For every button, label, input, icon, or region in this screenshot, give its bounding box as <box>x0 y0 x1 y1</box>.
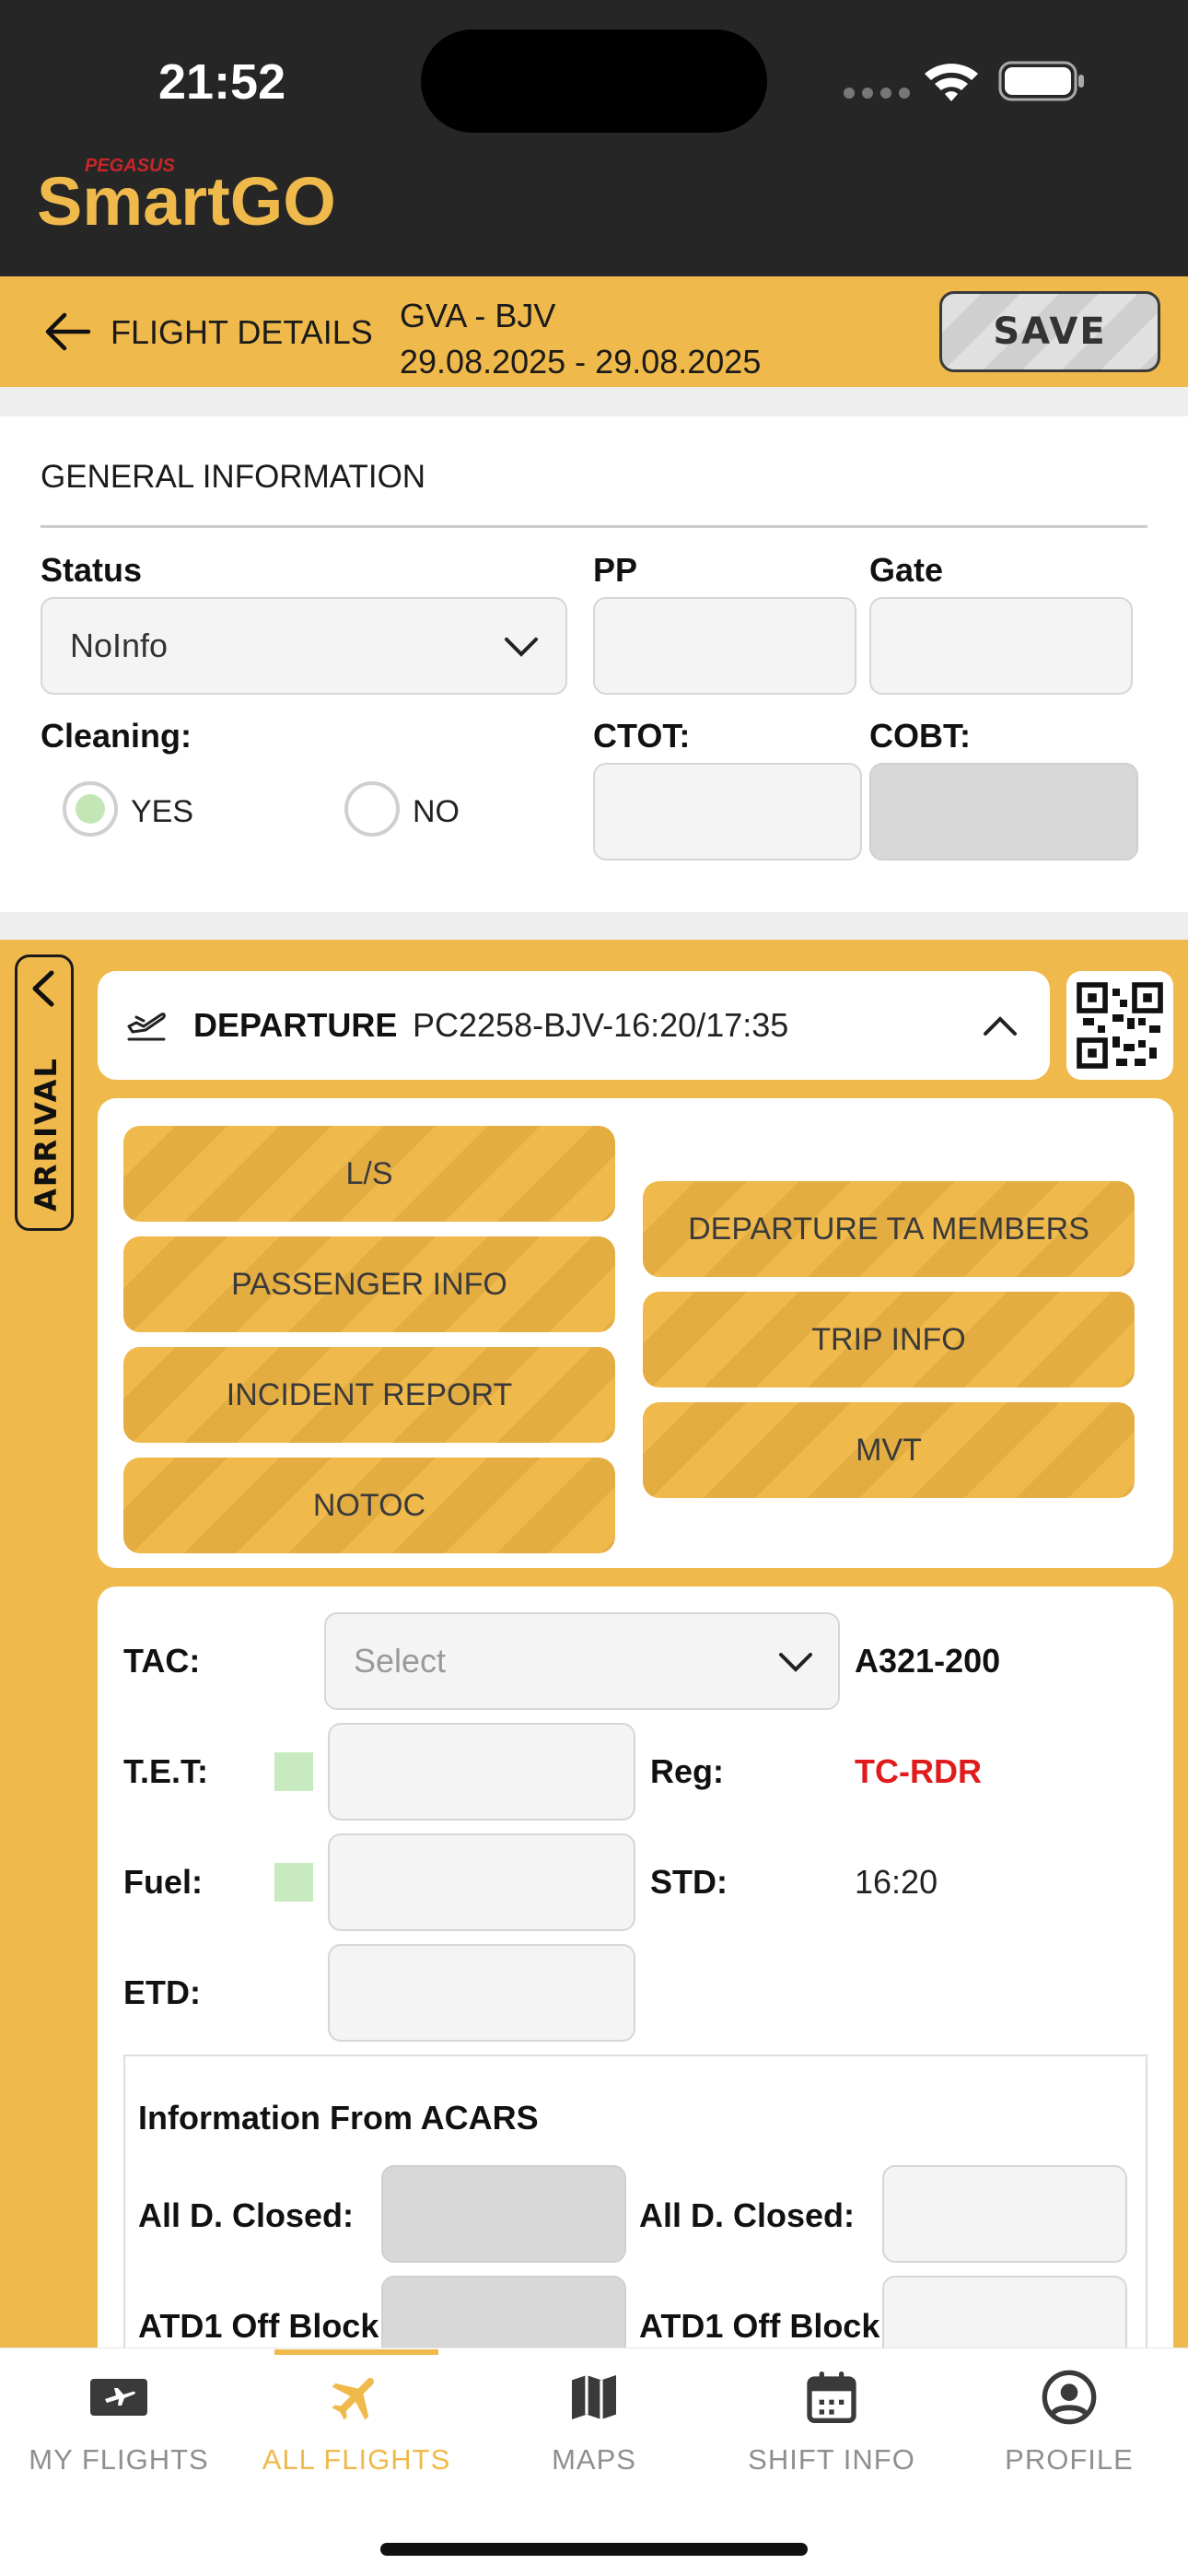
status-time: 21:52 <box>158 54 286 110</box>
pp-label: PP <box>593 551 638 589</box>
app-screen: 21:52 PEGASUS SmartGO FLIGHT DETAILS GVA… <box>0 0 1188 2576</box>
fuel-status-indicator <box>274 1863 313 1902</box>
pp-input[interactable] <box>593 597 856 695</box>
route-dates: 29.08.2025 - 29.08.2025 <box>400 343 762 381</box>
ls-button[interactable]: L/S <box>123 1126 615 1222</box>
tab-label-my-flights: MY FLIGHTS <box>29 2443 209 2476</box>
passenger-info-button[interactable]: PASSENGER INFO <box>123 1236 615 1332</box>
fuel-input[interactable] <box>328 1833 635 1931</box>
departure-flight-info: PC2258-BJV-16:20/17:35 <box>413 1006 789 1044</box>
tet-input[interactable] <box>328 1723 635 1821</box>
acars-title: Information From ACARS <box>138 2099 539 2137</box>
tab-label-maps: MAPS <box>552 2443 636 2476</box>
flight-route: GVA - BJV 29.08.2025 - 29.08.2025 <box>400 293 761 385</box>
page-title: FLIGHT DETAILS <box>111 313 373 351</box>
acars-right-doors-label: All D. Closed: <box>639 2196 856 2234</box>
tac-label: TAC: <box>123 1642 201 1680</box>
smartgo-logo: PEGASUS SmartGO <box>37 153 387 240</box>
tab-profile[interactable]: PROFILE <box>950 2368 1188 2476</box>
aircraft-type: A321-200 <box>855 1642 1001 1680</box>
reg-value: TC-RDR <box>855 1752 982 1790</box>
tac-placeholder: Select <box>354 1642 447 1680</box>
acars-left-doors-label: All D. Closed: <box>138 2196 355 2234</box>
qr-code-icon <box>1077 982 1163 1069</box>
ctot-input[interactable] <box>593 763 862 861</box>
qr-code-button[interactable] <box>1066 971 1173 1080</box>
gate-input[interactable] <box>869 597 1133 695</box>
mvt-button[interactable]: MVT <box>643 1402 1135 1498</box>
general-information-title: GENERAL INFORMATION <box>41 459 426 495</box>
chevron-down-icon <box>779 1653 812 1672</box>
ticket-plane-icon <box>90 2379 147 2416</box>
chevron-up-icon[interactable] <box>982 1012 1019 1039</box>
tab-all-flights[interactable]: ALL FLIGHTS <box>238 2368 475 2476</box>
tac-select[interactable]: Select <box>324 1612 840 1710</box>
airplane-icon <box>332 2378 375 2420</box>
acars-left-offblock-label: ATD1 Off Block: <box>138 2307 390 2345</box>
trip-info-button[interactable]: TRIP INFO <box>643 1292 1135 1388</box>
tab-maps[interactable]: MAPS <box>475 2368 713 2476</box>
wifi-icon <box>925 64 978 101</box>
status-value: NoInfo <box>70 626 169 664</box>
cleaning-no-radio[interactable] <box>344 781 400 837</box>
cobt-label: COBT: <box>869 717 971 755</box>
tab-label-shift-info: SHIFT INFO <box>748 2443 915 2476</box>
save-button[interactable]: SAVE <box>939 291 1160 372</box>
ctot-label: CTOT: <box>593 717 691 755</box>
active-tab-indicator <box>274 2349 438 2355</box>
reg-label: Reg: <box>650 1752 724 1790</box>
incident-report-button[interactable]: INCIDENT REPORT <box>123 1347 615 1443</box>
route-text: GVA - BJV <box>400 297 556 334</box>
cleaning-yes-label: YES <box>131 794 194 829</box>
home-indicator <box>380 2543 808 2556</box>
tab-my-flights[interactable]: MY FLIGHTS <box>0 2368 238 2476</box>
acars-left-doors-field <box>381 2165 626 2263</box>
back-arrow-icon[interactable] <box>41 310 92 354</box>
tet-status-indicator <box>274 1752 313 1791</box>
chevron-down-icon <box>505 638 538 657</box>
etd-label: ETD: <box>123 1973 201 2011</box>
std-value: 16:20 <box>855 1863 938 1901</box>
tet-label: T.E.T: <box>123 1752 209 1790</box>
user-circle-icon <box>1042 2370 1097 2425</box>
cleaning-label: Cleaning: <box>41 717 192 755</box>
etd-input[interactable] <box>328 1944 635 2042</box>
gate-label: Gate <box>869 551 944 589</box>
status-select[interactable]: NoInfo <box>41 597 567 695</box>
svg-text:SmartGO: SmartGO <box>37 163 336 236</box>
dynamic-island <box>421 29 767 133</box>
plane-departure-icon <box>127 1013 166 1041</box>
tab-label-all-flights: ALL FLIGHTS <box>262 2443 451 2476</box>
arrival-tab-label: ARRIVAL <box>29 1057 64 1212</box>
acars-right-doors-field[interactable] <box>882 2165 1127 2263</box>
tab-label-profile: PROFILE <box>1005 2443 1134 2476</box>
calendar-icon <box>807 2371 856 2423</box>
battery-icon <box>998 61 1084 101</box>
chevron-left-icon <box>32 970 54 1007</box>
cleaning-no-label: NO <box>413 794 460 829</box>
tab-shift-info[interactable]: SHIFT INFO <box>713 2368 950 2476</box>
acars-right-offblock-label: ATD1 Off Block: <box>639 2307 891 2345</box>
divider <box>41 525 1147 528</box>
status-label: Status <box>41 551 143 589</box>
map-icon <box>572 2375 616 2419</box>
cobt-input <box>869 763 1138 861</box>
std-label: STD: <box>650 1863 728 1901</box>
cleaning-yes-radio[interactable] <box>63 781 118 837</box>
departure-title: DEPARTURE <box>193 1006 398 1044</box>
fuel-label: Fuel: <box>123 1863 203 1901</box>
departure-ta-members-button[interactable]: DEPARTURE TA MEMBERS <box>643 1181 1135 1277</box>
notoc-button[interactable]: NOTOC <box>123 1458 615 1553</box>
